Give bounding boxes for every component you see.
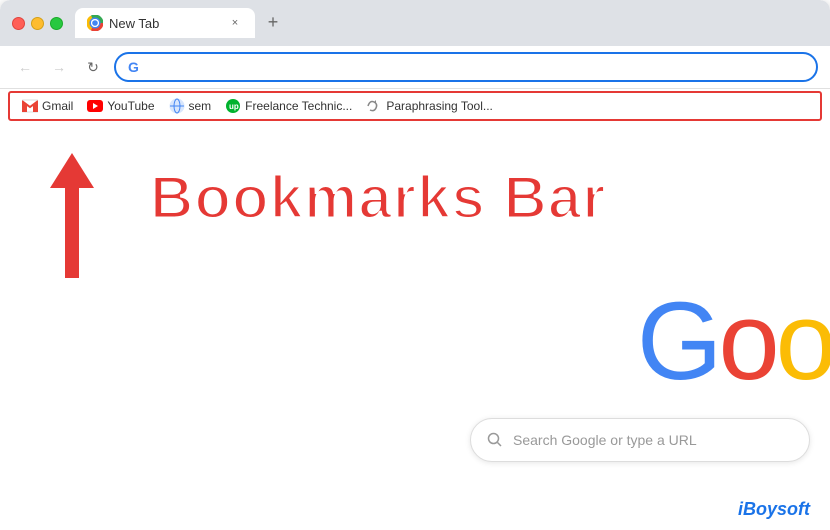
arrow-shaft — [65, 188, 79, 278]
new-tab-button[interactable]: + — [259, 8, 287, 36]
paraphrasing-icon — [366, 98, 382, 114]
chrome-icon — [87, 15, 103, 31]
svg-text:up: up — [229, 102, 239, 111]
close-button[interactable] — [12, 17, 25, 30]
search-placeholder: Search Google or type a URL — [513, 432, 697, 448]
bookmark-gmail[interactable]: Gmail — [16, 96, 79, 116]
tab-title: New Tab — [109, 16, 159, 31]
svg-text:G: G — [128, 59, 139, 75]
google-g: G — [637, 280, 719, 403]
sem-label: sem — [189, 99, 212, 113]
google-o2: o — [776, 280, 830, 403]
chrome-window: New Tab × + ← → ↻ G — [0, 0, 830, 530]
google-logo-partial: Goog — [637, 278, 830, 405]
youtube-label: YouTube — [107, 99, 154, 113]
search-icon — [487, 432, 503, 448]
bookmark-freelance[interactable]: up Freelance Technic... — [219, 96, 358, 116]
google-o1: o — [718, 280, 775, 403]
google-g-icon: G — [128, 59, 144, 75]
url-bar[interactable]: G — [114, 52, 818, 82]
google-search-box[interactable]: Search Google or type a URL — [470, 418, 810, 462]
youtube-icon — [87, 98, 103, 114]
sem-icon — [169, 98, 185, 114]
bookmark-paraphrasing[interactable]: Paraphrasing Tool... — [360, 96, 499, 116]
main-content: Bookmarks Bar Goog Search Google or type… — [0, 123, 830, 530]
gmail-label: Gmail — [42, 99, 73, 113]
address-bar-area: ← → ↻ G — [0, 46, 830, 89]
arrow-head — [50, 153, 94, 188]
forward-button[interactable]: → — [46, 54, 72, 80]
bookmark-sem[interactable]: sem — [163, 96, 218, 116]
bookmark-youtube[interactable]: YouTube — [81, 96, 160, 116]
freelance-icon: up — [225, 98, 241, 114]
traffic-lights — [12, 17, 63, 30]
back-button[interactable]: ← — [12, 54, 38, 80]
maximize-button[interactable] — [50, 17, 63, 30]
tab-close-button[interactable]: × — [227, 15, 243, 31]
refresh-button[interactable]: ↻ — [80, 54, 106, 80]
paraphrasing-label: Paraphrasing Tool... — [386, 99, 493, 113]
bookmarks-bar-wrapper: Gmail YouTube — [0, 89, 830, 123]
minimize-button[interactable] — [31, 17, 44, 30]
title-bar: New Tab × + — [0, 0, 830, 46]
iboysoft-watermark: iBoysoft — [738, 499, 810, 520]
gmail-icon — [22, 98, 38, 114]
bookmarks-bar-label: Bookmarks Bar — [150, 163, 607, 232]
bookmarks-bar: Gmail YouTube — [8, 91, 822, 121]
active-tab[interactable]: New Tab × — [75, 8, 255, 38]
annotation-arrow — [50, 153, 94, 278]
freelance-label: Freelance Technic... — [245, 99, 352, 113]
